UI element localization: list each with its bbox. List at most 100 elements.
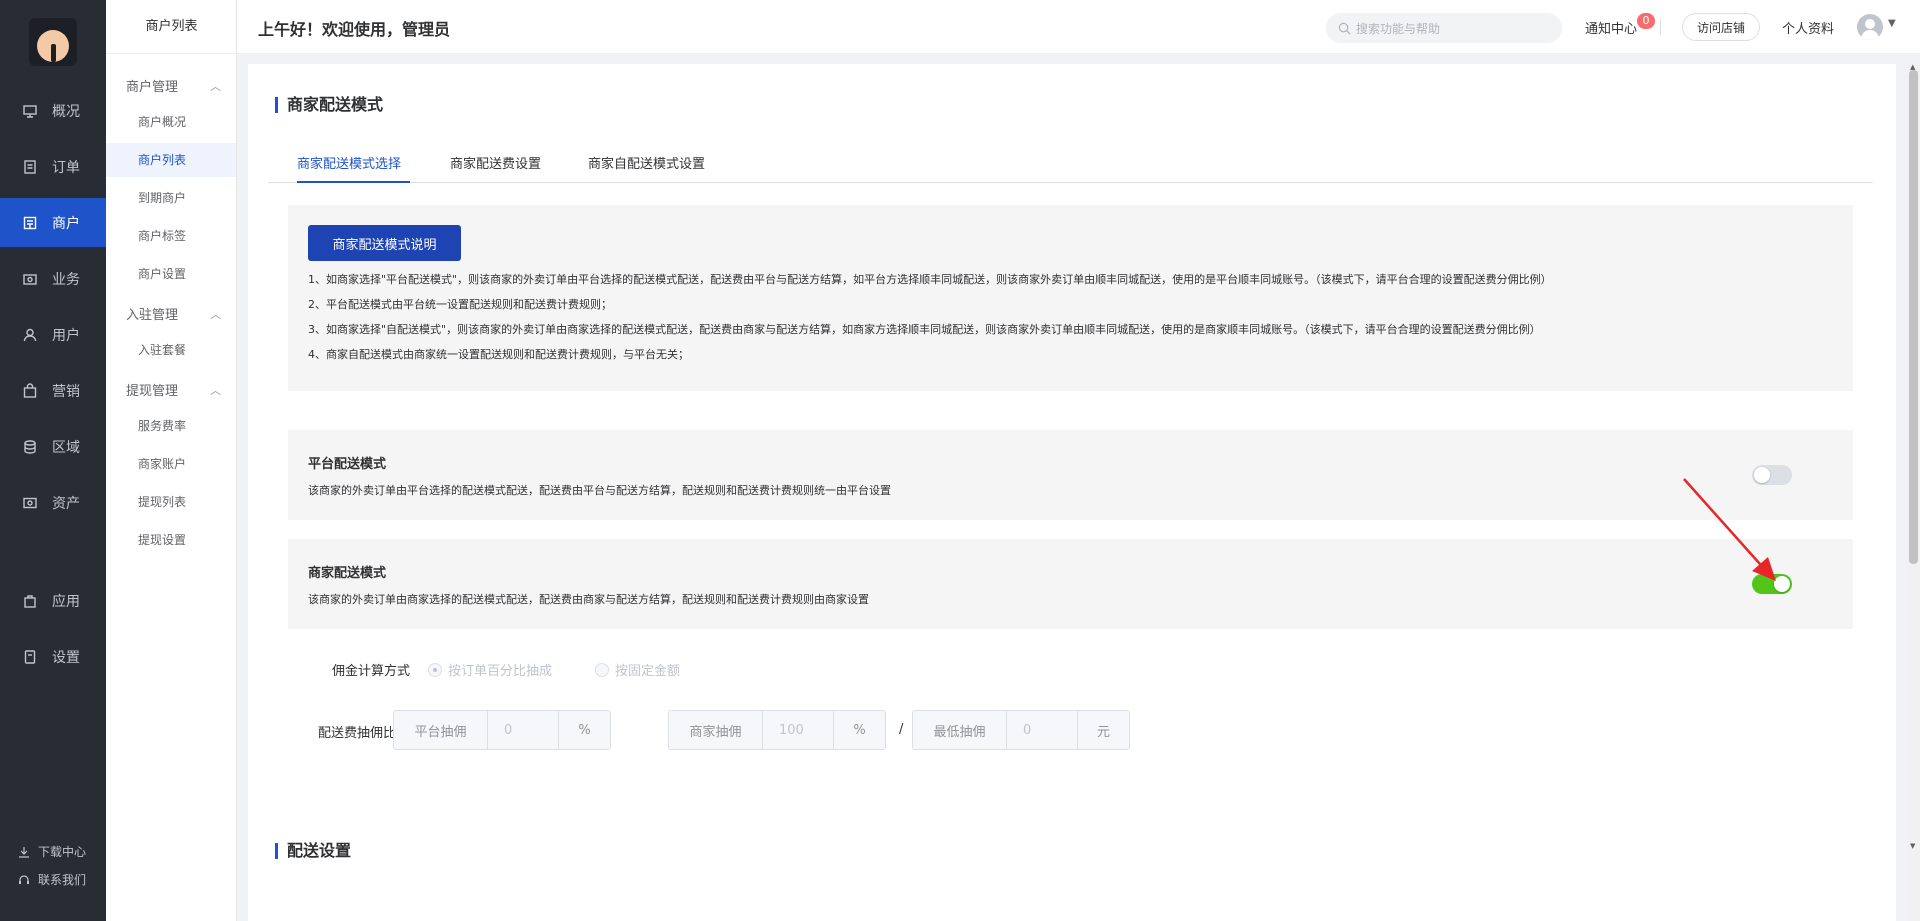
platform-commission-input[interactable]: 平台抽佣 0 % xyxy=(393,710,611,750)
avatar[interactable] xyxy=(1857,14,1883,40)
bag-icon xyxy=(22,382,38,399)
briefcase-icon xyxy=(22,271,38,287)
sidebar-item-label: 资产 xyxy=(52,495,80,512)
section-title-delivery-settings: 配送设置 xyxy=(275,843,351,859)
scroll-down-icon[interactable]: ▼ xyxy=(1910,842,1915,850)
caret-down-icon[interactable]: ▼ xyxy=(1888,18,1896,29)
input-value[interactable]: 0 xyxy=(488,711,558,749)
submenu-item-merchant-settings[interactable]: 商户设置 xyxy=(106,257,236,291)
mode-description: 该商家的外卖订单由商家选择的配送模式配送，配送费由商家与配送方结算，配送规则和配… xyxy=(308,593,869,606)
sidebar-item-assets[interactable]: 资产 xyxy=(0,478,106,527)
input-prefix: 商家抽佣 xyxy=(669,711,763,749)
section-title: 商家配送模式 xyxy=(275,97,383,113)
app-icon xyxy=(22,593,38,609)
submenu-item-service-rate[interactable]: 服务费率 xyxy=(106,409,236,443)
info-line: 2、平台配送模式由平台统一设置配送规则和配送费计费规则； xyxy=(308,298,612,311)
user-icon xyxy=(22,327,38,343)
chevron-up-icon: ︿ xyxy=(210,307,221,321)
sidebar-item-merchant[interactable]: 商户 xyxy=(0,198,106,247)
sidebar-item-label: 商户 xyxy=(52,215,80,232)
submenu-item-merchant-tags[interactable]: 商户标签 xyxy=(106,219,236,253)
info-line: 4、商家自配送模式由商家统一设置配送规则和配送费计费规则，与平台无关； xyxy=(308,348,689,361)
search-input[interactable]: 搜索功能与帮助 xyxy=(1326,13,1562,43)
top-header: 上午好！欢迎使用，管理员 搜索功能与帮助 通知中心 0 访问店铺 个人资料 ▼ xyxy=(237,0,1920,54)
scrollbar[interactable]: ▲ ▼ xyxy=(1907,63,1920,921)
info-line: 3、如商家选择"自配送模式"，则该商家的外卖订单由商家选择的配送模式配送，配送费… xyxy=(308,323,1541,336)
sidebar-item-region[interactable]: 区域 xyxy=(0,422,106,471)
download-center-label: 下载中心 xyxy=(38,845,87,859)
minimum-commission-input[interactable]: 最低抽佣 0 元 xyxy=(912,710,1130,750)
tab-self-delivery-settings[interactable]: 商家自配送模式设置 xyxy=(588,153,705,172)
sidebar-item-label: 区域 xyxy=(52,439,80,456)
contact-us-link[interactable]: 联系我们 xyxy=(18,871,86,888)
sidebar-item-label: 应用 xyxy=(52,593,80,610)
input-prefix: 最低抽佣 xyxy=(913,711,1007,749)
input-suffix: % xyxy=(833,711,885,749)
annotation-arrow xyxy=(1683,478,1776,581)
main-panel: 商家配送模式 商家配送模式选择 商家配送费设置 商家自配送模式设置 商家配送模式… xyxy=(248,64,1896,921)
notification-center-link[interactable]: 通知中心 xyxy=(1585,18,1637,37)
sidebar-item-settings[interactable]: 设置 xyxy=(0,632,106,681)
input-value[interactable]: 100 xyxy=(763,711,833,749)
download-center-link[interactable]: 下载中心 xyxy=(18,843,86,860)
merchant-delivery-mode-card: 商家配送模式 该商家的外卖订单由商家选择的配送模式配送，配送费由商家与配送方结算… xyxy=(288,539,1853,629)
store-icon xyxy=(22,215,38,231)
delivery-mode-explain-button[interactable]: 商家配送模式说明 xyxy=(308,225,461,261)
sidebar-item-users[interactable]: 用户 xyxy=(0,310,106,359)
info-box: 商家配送模式说明 1、如商家选择"平台配送模式"，则该商家的外卖订单由平台选择的… xyxy=(288,205,1853,391)
input-value[interactable]: 0 xyxy=(1007,711,1077,749)
input-suffix: % xyxy=(558,711,610,749)
commission-method-label: 佣金计算方式 xyxy=(332,664,411,679)
sub-menu: 商户列表 商户管理 ︿ 商户概况 商户列表 到期商户 商户标签 商户设置 入驻管… xyxy=(106,0,237,921)
submenu-group-label: 提现管理 xyxy=(126,384,179,399)
submenu-item-withdrawal-list[interactable]: 提现列表 xyxy=(106,485,236,519)
merchant-commission-input[interactable]: 商家抽佣 100 % xyxy=(668,710,886,750)
sidebar-item-label: 订单 xyxy=(52,159,80,176)
visit-store-button[interactable]: 访问店铺 xyxy=(1682,13,1760,41)
tab-delivery-mode-select[interactable]: 商家配送模式选择 xyxy=(297,153,401,172)
submenu-item-onboarding-package[interactable]: 入驻套餐 xyxy=(106,333,236,367)
document-icon xyxy=(22,159,38,175)
submenu-item-merchant-account[interactable]: 商家账户 xyxy=(106,447,236,481)
sidebar-item-label: 营销 xyxy=(52,383,80,400)
ratio-separator: / xyxy=(899,722,904,737)
submenu-group-label: 商户管理 xyxy=(126,80,179,95)
headset-icon xyxy=(19,874,29,884)
submenu-item-merchant-overview[interactable]: 商户概况 xyxy=(106,105,236,139)
search-icon xyxy=(1338,22,1351,34)
radio-circle xyxy=(428,662,442,677)
radio-label: 按固定金额 xyxy=(615,664,681,679)
radio-circle xyxy=(595,662,609,677)
notification-badge: 0 xyxy=(1637,13,1655,29)
submenu-group-withdrawal[interactable]: 提现管理 ︿ xyxy=(126,380,221,400)
search-placeholder: 搜索功能与帮助 xyxy=(1356,21,1441,36)
submenu-item-merchant-list[interactable]: 商户列表 xyxy=(106,143,236,177)
submenu-item-expired-merchant[interactable]: 到期商户 xyxy=(106,181,236,215)
tab-delivery-fee-settings[interactable]: 商家配送费设置 xyxy=(450,153,541,172)
mode-title: 商家配送模式 xyxy=(308,566,387,581)
sidebar-item-business[interactable]: 业务 xyxy=(0,254,106,303)
download-icon xyxy=(19,846,29,858)
sidebar-item-label: 概况 xyxy=(52,103,80,120)
submenu-group-label: 入驻管理 xyxy=(126,308,179,323)
scrollbar-thumb[interactable] xyxy=(1909,70,1918,564)
submenu-item-withdrawal-settings[interactable]: 提现设置 xyxy=(106,523,236,557)
input-prefix: 平台抽佣 xyxy=(394,711,488,749)
mode-description: 该商家的外卖订单由平台选择的配送模式配送，配送费由平台与配送方结算，配送规则和配… xyxy=(308,484,891,497)
main-sidebar: 概况 订单 商户 业务 用户 营销 区域 资产 应用 设置 下载中心 联系我们 xyxy=(0,0,106,921)
radio-fixed-amount[interactable]: 按固定金额 xyxy=(595,660,680,679)
radio-percentage[interactable]: 按订单百分比抽成 xyxy=(428,660,552,679)
sidebar-item-marketing[interactable]: 营销 xyxy=(0,366,106,415)
contact-us-label: 联系我们 xyxy=(38,873,87,887)
chevron-up-icon: ︿ xyxy=(210,383,221,397)
profile-link[interactable]: 个人资料 xyxy=(1782,18,1834,37)
submenu-group-onboarding[interactable]: 入驻管理 ︿ xyxy=(126,304,221,324)
sidebar-item-overview[interactable]: 概况 xyxy=(0,86,106,135)
sidebar-item-label: 用户 xyxy=(52,327,80,344)
sidebar-item-apps[interactable]: 应用 xyxy=(0,576,106,625)
wallet-icon xyxy=(22,495,38,511)
active-tab-indicator xyxy=(297,181,410,183)
submenu-group-merchant-mgmt[interactable]: 商户管理 ︿ xyxy=(126,76,221,96)
app-logo[interactable] xyxy=(29,18,77,66)
sidebar-item-orders[interactable]: 订单 xyxy=(0,142,106,191)
